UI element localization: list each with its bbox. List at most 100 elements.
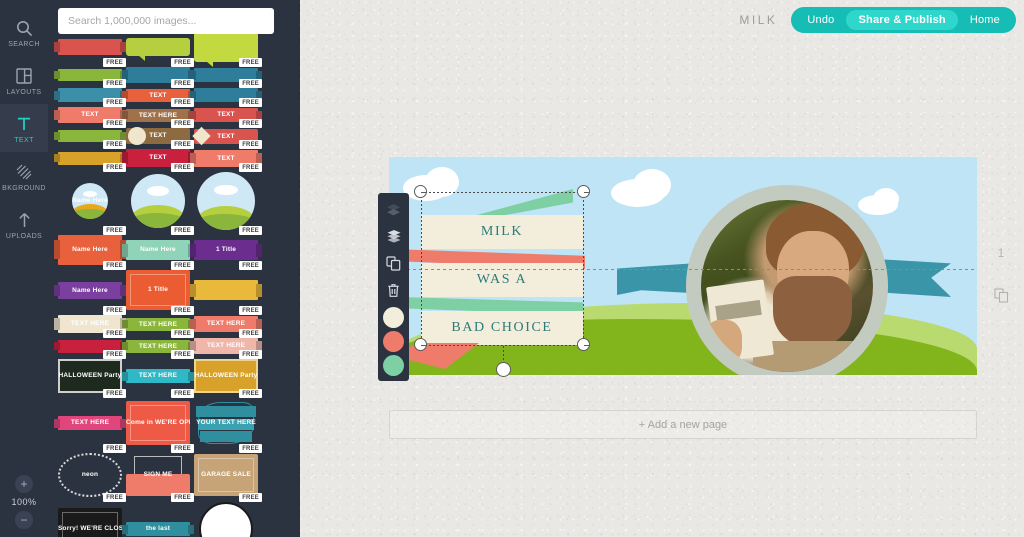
thumbnail-item[interactable]: FREE [54,88,126,107]
free-badge: FREE [103,119,126,128]
thumbnail-item[interactable]: TEXT FREE [122,149,194,172]
banner-band-1: MILK [421,215,583,249]
trash-icon[interactable] [378,277,409,304]
thumbnail-item[interactable]: FREE [190,270,262,315]
thumbnail-item[interactable]: Name Here FREE [54,270,126,315]
sidebar-item-text[interactable]: Text [0,104,48,152]
thumbnail-item[interactable]: TEXT HERE FREE [122,338,194,359]
free-badge: FREE [171,119,194,128]
thumbnail-item[interactable]: TEXT HERE FREE [54,315,126,338]
photo-beard [773,275,853,348]
element-toolbar [378,193,409,381]
text-icon [16,114,32,134]
thumbnail-item[interactable]: TEXT HERE FREE [190,315,262,338]
sidebar-item-label: Search [8,41,40,48]
thumbnail-item[interactable]: FREE [126,32,194,67]
bring-to-front-icon[interactable] [378,223,409,250]
thumbnail-item[interactable]: HALLOWEEN Party FREE [194,359,262,398]
thumbnail-item[interactable]: FREE [190,88,262,107]
layouts-icon [16,66,32,86]
thumbnail-item[interactable]: neon FREE [58,453,126,502]
free-badge: FREE [171,163,194,172]
design-canvas-wrapper[interactable]: MILK WAS A BAD CHOICE [389,157,977,375]
search-input[interactable] [58,8,274,34]
thumbnail-item[interactable]: TEXT HERE FREE [190,338,262,359]
send-to-back-icon[interactable] [378,196,409,223]
thumbnail-item[interactable]: TEXT FREE [192,126,262,149]
free-badge: FREE [171,493,194,502]
photo-frame[interactable] [686,185,888,375]
color-swatch-2[interactable] [383,331,404,352]
free-badge: FREE [171,58,194,67]
duplicate-icon[interactable] [378,250,409,277]
thumbnail-item[interactable]: Name Here FREE [122,235,194,270]
thumbnail-item[interactable]: TEXT FREE [190,149,262,172]
thumbnail-item[interactable]: FREE [54,32,126,67]
thumbnail-item[interactable]: FREE [54,338,126,359]
thumbnail-item[interactable]: Come in WE'RE OPENFREE [126,398,194,453]
thumbnail-art: TEXT HERE [122,369,194,383]
color-swatch-1[interactable] [383,307,404,328]
share-publish-button[interactable]: Share & Publish [846,10,958,30]
free-badge: FREE [239,226,262,235]
free-badge: FREE [239,119,262,128]
thumbnail-item[interactable]: FREE [190,67,262,88]
color-swatch-3[interactable] [383,355,404,376]
thumbnail-item[interactable]: FREE [126,172,194,235]
thumbnail-item[interactable]: SIGN ME FREE [126,453,194,502]
thumbnail-item[interactable]: TEXT FREE [54,107,126,128]
thumbnail-art [126,38,190,61]
thumbnail-item[interactable]: TEXT HERE FREE [54,398,126,453]
thumbnail-item[interactable]: FREE [122,67,194,88]
sidebar-item-bkground[interactable]: Bkground [0,152,48,200]
thumbnail-item[interactable]: FREE [194,172,262,235]
banner-line-3: BAD CHOICE [451,320,553,335]
thumbnail-item[interactable]: TEXT HERE FREE [122,107,194,128]
zoom-out-button[interactable]: − [15,511,33,529]
thumbnail-item[interactable]: FREE [54,149,126,172]
left-sidebar: Search Layouts Text Bkground Uploads + 100% … [0,0,48,537]
action-pill: Undo Share & Publish Home [791,7,1016,33]
thumbnail-art: TEXT HERE [54,416,126,430]
sidebar-item-label: Layouts [6,89,42,96]
thumbnail-item[interactable]: GARAGE SALE FREE [194,453,262,502]
thumbnail-item[interactable]: FREE [194,32,262,67]
upload-icon [17,210,32,230]
thumbnail-item[interactable]: the ALPHAFREE [194,502,258,537]
thumbnail-item[interactable]: YOUR TEXT HERE FREE [194,398,262,453]
thumbnail-item[interactable]: TEXT FREE [190,107,262,128]
thumbnail-item[interactable]: FREE [54,128,126,149]
thumbnail-art: YOUR TEXT HERE [194,398,258,448]
zoom-in-button[interactable]: + [15,475,33,493]
thumbnail-item[interactable]: HALLOWEEN Party FREE [58,359,126,398]
thumbnail-item[interactable]: Name Here FREE [54,235,126,270]
thumbnail-art: Name Here [58,183,122,219]
thumbnail-item[interactable]: TEXT HERE FREE [122,359,194,398]
photo-image[interactable] [701,200,873,372]
thumbnail-item[interactable]: the lastFREE [122,502,194,537]
thumbnail-item[interactable]: TEXT HERE FREE [122,315,194,338]
thumbnail-item[interactable]: Sorry! WE'RE CLOSEDFREE [58,502,122,537]
undo-button[interactable]: Undo [795,10,846,30]
search-bar [58,8,274,34]
free-badge: FREE [239,140,262,149]
thumbnail-art: the last [122,522,194,536]
thumbnail-art: 1 Title [126,270,190,310]
sidebar-item-layouts[interactable]: Layouts [0,56,48,104]
thumbnail-item[interactable]: FREE [54,67,126,88]
thumbnail-art: neon [58,453,122,497]
design-canvas[interactable]: MILK WAS A BAD CHOICE [389,157,977,375]
sidebar-item-search[interactable]: Search [0,8,48,56]
home-button[interactable]: Home [958,10,1012,30]
free-badge: FREE [171,306,194,315]
thumbnail-item[interactable]: TEXT FREE [126,127,194,149]
thumbnail-item[interactable]: 1 Title FREE [190,235,262,270]
free-badge: FREE [239,98,262,107]
thumbnail-item[interactable]: TEXT FREE [122,88,194,107]
thumbnail-item[interactable]: Name Here FREE [58,172,126,235]
duplicate-page-icon[interactable] [993,288,1009,308]
add-new-page-button[interactable]: + Add a new page [389,410,977,439]
thumbnail-item[interactable]: 1 Title FREE [126,270,194,315]
thumbnail-art: 1 Title [190,240,262,260]
sidebar-item-uploads[interactable]: Uploads [0,200,48,248]
